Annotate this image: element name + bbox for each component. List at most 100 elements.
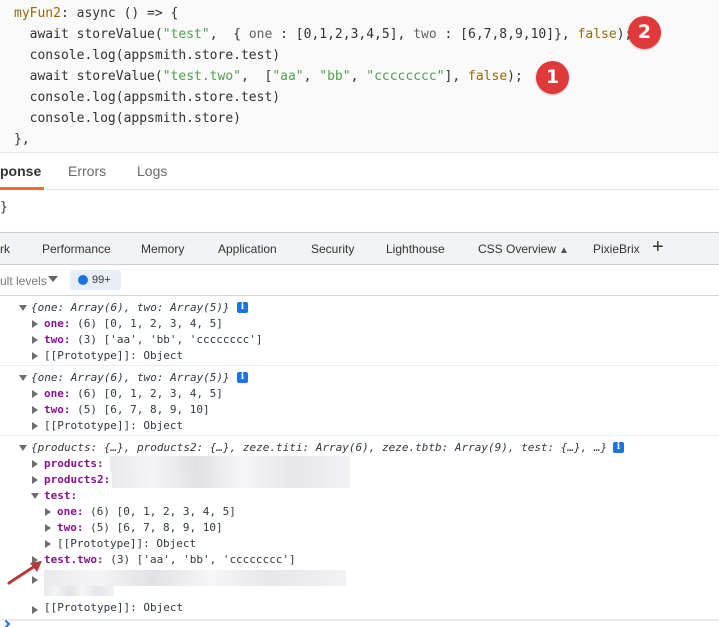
redacted-value xyxy=(44,570,346,586)
tab-performance[interactable]: Performance xyxy=(42,242,111,256)
expand-toggle-icon[interactable] xyxy=(45,540,51,548)
console-toolbar: ult levels 99+ xyxy=(0,265,719,296)
code-line-7[interactable]: }, xyxy=(14,130,30,150)
property-row[interactable]: one: (6) [0, 1, 2, 3, 4, 5] xyxy=(44,316,223,332)
property-row[interactable]: test: xyxy=(44,488,77,504)
property-row[interactable]: products: xyxy=(44,456,104,472)
property-key: two: xyxy=(44,403,71,416)
annotation-badge-2: 2 xyxy=(628,16,661,49)
code-line-2[interactable]: await storeValue("test", { one : [0,1,2,… xyxy=(14,25,633,45)
tab-memory[interactable]: Memory xyxy=(141,242,184,256)
tab-css-overview[interactable]: CSS Overview ▲ xyxy=(478,242,569,256)
prototype-row[interactable]: [[Prototype]]: Object xyxy=(57,536,196,552)
expand-toggle-icon[interactable] xyxy=(31,493,39,499)
response-body: } xyxy=(0,200,8,215)
property-row[interactable]: two: (3) ['aa', 'bb', 'cccccccc'] xyxy=(44,332,263,348)
property-row[interactable]: one: (6) [0, 1, 2, 3, 4, 5] xyxy=(44,386,223,402)
info-icon[interactable]: i xyxy=(237,302,248,313)
expand-toggle-icon[interactable] xyxy=(19,375,27,381)
info-icon[interactable]: i xyxy=(613,442,624,453)
code-line-6[interactable]: console.log(appsmith.store) xyxy=(14,109,241,129)
object-preview[interactable]: {one: Array(6), two: Array(5)} xyxy=(31,300,230,316)
console-message: {one: Array(6), two: Array(5)} i one: (6… xyxy=(0,366,719,436)
message-icon xyxy=(78,275,88,285)
tab-lighthouse[interactable]: Lighthouse xyxy=(386,242,445,256)
object-preview[interactable]: {one: Array(6), two: Array(5)} xyxy=(31,370,230,386)
tab-response[interactable]: ponse xyxy=(0,163,41,179)
property-value: (3) ['aa', 'bb', 'cccccccc'] xyxy=(70,333,263,346)
code-token: "aa" xyxy=(272,69,304,84)
info-icon[interactable]: i xyxy=(237,372,248,383)
expand-toggle-icon[interactable] xyxy=(32,336,38,344)
devtools-tab-strip: rk Performance Memory Application Securi… xyxy=(0,232,719,265)
expand-toggle-icon[interactable] xyxy=(19,305,27,311)
property-row[interactable]: products2: xyxy=(44,472,110,488)
code-token: await storeValue( xyxy=(14,69,163,84)
flask-icon: ▲ xyxy=(559,245,569,256)
code-token: , xyxy=(303,69,320,84)
code-token: ], xyxy=(444,69,469,84)
issues-counter-button[interactable]: 99+ xyxy=(70,270,121,290)
expand-toggle-icon[interactable] xyxy=(32,390,38,398)
code-token: one xyxy=(248,27,273,42)
console-prompt[interactable] xyxy=(0,619,719,627)
expand-toggle-icon[interactable] xyxy=(45,524,51,532)
expand-toggle-icon[interactable] xyxy=(32,606,38,614)
code-token: , [ xyxy=(241,69,273,84)
prototype-row[interactable]: [[Prototype]]: Object xyxy=(44,600,183,616)
code-token: : [6,7,8,9,10]}, xyxy=(436,27,578,42)
prototype-row[interactable]: [[Prototype]]: Object xyxy=(44,418,183,434)
property-row[interactable]: two: (5) [6, 7, 8, 9, 10] xyxy=(57,520,223,536)
expand-toggle-icon[interactable] xyxy=(19,445,27,451)
add-tab-icon[interactable]: + xyxy=(652,237,664,257)
code-token: "test.two" xyxy=(162,69,241,84)
property-row[interactable]: one: (6) [0, 1, 2, 3, 4, 5] xyxy=(57,504,236,520)
expand-toggle-icon[interactable] xyxy=(32,476,38,484)
code-token: , { xyxy=(209,27,249,42)
code-token: console.log(appsmith.store.test) xyxy=(14,90,281,105)
console-message: {products: {…}, products2: {…}, zeze.tit… xyxy=(0,436,719,620)
log-levels-dropdown[interactable]: ult levels xyxy=(0,274,47,288)
active-tab-indicator xyxy=(0,187,44,190)
expand-toggle-icon[interactable] xyxy=(32,460,38,468)
property-key: one: xyxy=(57,505,84,518)
tab-pixiebrix[interactable]: PixieBrix xyxy=(593,242,640,256)
expand-toggle-icon[interactable] xyxy=(32,320,38,328)
expand-toggle-icon[interactable] xyxy=(32,422,38,430)
expand-toggle-icon[interactable] xyxy=(45,508,51,516)
property-key: one: xyxy=(44,387,71,400)
code-editor[interactable]: myFun2: async () => { await storeValue("… xyxy=(0,0,719,152)
expand-toggle-icon[interactable] xyxy=(32,576,38,584)
property-key: two: xyxy=(57,521,84,534)
tab-errors[interactable]: Errors xyxy=(68,163,106,179)
property-row[interactable]: two: (5) [6, 7, 8, 9, 10] xyxy=(44,402,210,418)
prototype-row[interactable]: [[Prototype]]: Object xyxy=(44,348,183,364)
property-value: (6) [0, 1, 2, 3, 4, 5] xyxy=(70,387,223,400)
code-token: ); xyxy=(507,69,523,84)
expand-toggle-icon[interactable] xyxy=(32,406,38,414)
code-token: : async () => { xyxy=(60,6,179,21)
code-line-5[interactable]: console.log(appsmith.store.test) xyxy=(14,88,280,108)
tab-css-overview-label: CSS Overview xyxy=(478,242,557,256)
property-key: two: xyxy=(44,333,71,346)
code-token: console.log(appsmith.store) xyxy=(14,111,241,126)
tab-logs[interactable]: Logs xyxy=(137,163,167,179)
chevron-down-icon[interactable] xyxy=(48,276,58,282)
code-token: "bb" xyxy=(319,69,351,84)
code-line-3[interactable]: console.log(appsmith.store.test) xyxy=(14,46,280,66)
tab-network[interactable]: rk xyxy=(0,242,10,256)
code-line-4[interactable]: await storeValue("test.two", ["aa", "bb"… xyxy=(14,67,523,87)
property-value: (5) [6, 7, 8, 9, 10] xyxy=(83,521,223,534)
property-value: (5) [6, 7, 8, 9, 10] xyxy=(70,403,210,416)
code-token: "test" xyxy=(162,27,210,42)
tab-application[interactable]: Application xyxy=(218,242,277,256)
code-token: "cccccccc" xyxy=(366,69,445,84)
property-key: products2: xyxy=(44,473,111,486)
tab-security[interactable]: Security xyxy=(311,242,354,256)
property-row[interactable]: test.two: (3) ['aa', 'bb', 'cccccccc'] xyxy=(44,552,296,568)
object-preview[interactable]: {products: {…}, products2: {…}, zeze.tit… xyxy=(31,440,607,456)
code-token: await storeValue( xyxy=(14,27,163,42)
annotation-badge-1: 1 xyxy=(536,61,569,94)
code-line-1[interactable]: myFun2: async () => { xyxy=(14,4,178,24)
expand-toggle-icon[interactable] xyxy=(32,352,38,360)
